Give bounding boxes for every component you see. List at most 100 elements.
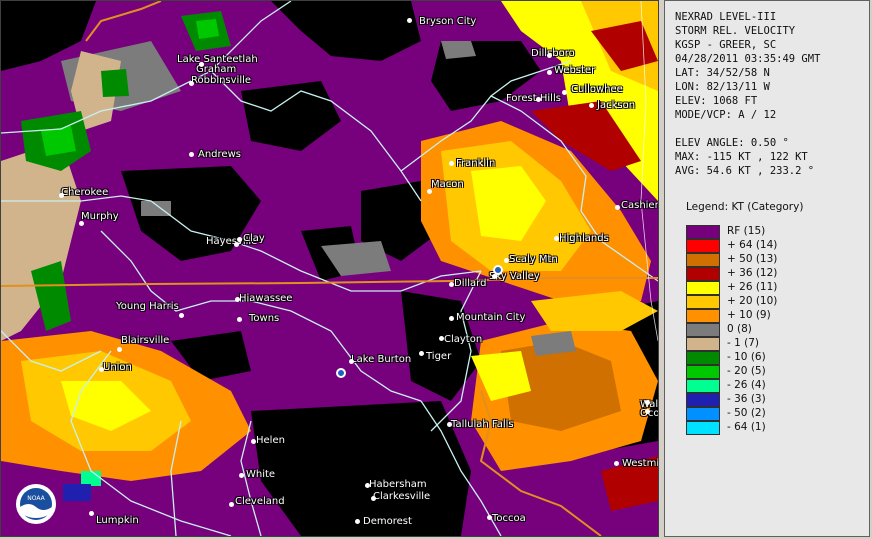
legend-label: + 10 (9) [727,309,771,321]
place-dot [79,221,84,226]
info-elev-angle: ELEV ANGLE: 0.50 ° [675,137,789,149]
legend-label: - 1 (7) [727,337,760,349]
place-dot [189,81,194,86]
radar-map[interactable]: Bryson City Dillsboro Webster Forest Hills C… [0,0,659,537]
info-mode-vcp: MODE/VCP: A / 12 [675,109,777,121]
legend-label: - 20 (5) [727,365,766,377]
place-label: Hiawassee [239,293,293,304]
place-label: Blairsville [121,335,170,346]
place-dot [189,152,194,157]
place-dot [547,53,552,58]
place-label: Helen [256,435,285,446]
place-dot [179,313,184,318]
place-dot [117,347,122,352]
radar-site-marker [336,368,346,378]
place-dot [447,422,452,427]
place-label: White [246,469,276,480]
place-dot [645,409,650,414]
legend-label: RF (15) [727,225,766,237]
place-label: Towns [249,313,280,324]
legend-swatch [686,309,720,323]
legend-label: - 10 (6) [727,351,766,363]
place-label: Lake Burton [351,354,412,365]
place-dot [239,473,244,478]
place-label: Clayton [444,334,483,345]
legend-swatch [686,253,720,267]
place-dot [349,359,354,364]
place-dot [439,336,444,341]
place-dot [615,205,620,210]
info-product-name: STORM REL. VELOCITY [675,25,796,37]
legend-swatch [686,295,720,309]
place-dot [449,282,454,287]
legend-swatch [686,393,720,407]
place-label: Mountain City [456,312,526,323]
place-label: Demorest [363,516,412,527]
place-label: Macon [431,179,464,190]
legend-swatch [686,379,720,393]
legend-swatch [686,225,720,239]
legend-label: 0 (8) [727,323,752,335]
place-dot [645,400,650,405]
place-label: Webster [554,65,596,76]
place-dot [504,258,509,263]
place-label: Clarkesville [373,491,431,502]
place-label: Murphy [81,211,119,222]
place-label: Franklin [456,158,496,169]
info-timestamp: 04/28/2011 03:35:49 GMT [675,53,821,65]
place-dot [614,461,619,466]
place-label: Habersham [369,479,427,490]
legend-swatch [686,267,720,281]
place-label: Robbinsville [191,75,252,86]
place-label: Union [103,362,132,373]
legend-label: - 26 (4) [727,379,766,391]
place-dot [235,297,240,302]
info-elevation: ELEV: 1068 FT [675,95,758,107]
place-dot [229,502,234,507]
place-dot [449,161,454,166]
place-label: Lumpkin [96,515,139,526]
noaa-logo-text: NOAA [27,495,45,502]
legend-swatch [686,323,720,337]
place-dot [355,519,360,524]
place-dot [554,236,559,241]
legend-label: + 50 (13) [727,253,778,265]
place-dot [371,496,376,501]
legend-label: + 36 (12) [727,267,778,279]
legend-label: - 64 (1) [727,421,766,433]
place-label: Cleveland [235,496,285,507]
place-dot [407,18,412,23]
place-label: Young Harris [116,301,179,312]
place-label: Tallulah Falls [451,419,514,430]
info-panel: NEXRAD LEVEL-III STORM REL. VELOCITY KGS… [664,0,870,537]
legend-label: + 20 (10) [727,295,778,307]
place-dot [547,70,552,75]
place-dot [589,103,594,108]
info-max: MAX: -115 KT , 122 KT [675,151,808,163]
place-dot [237,237,242,242]
legend-swatch [686,421,720,435]
place-dot [59,193,64,198]
radar-site-marker [493,265,503,275]
info-station: KGSP - GREER, SC [675,39,777,51]
legend-swatch [686,365,720,379]
place-label: Scaly Mtn [509,254,558,265]
place-label: Toccoa [492,513,526,524]
legend-swatch [686,351,720,365]
legend-label: - 50 (2) [727,407,766,419]
place-label: Forest Hills [506,93,561,104]
place-label: Westmi [622,458,659,469]
legend-swatch [686,337,720,351]
place-dot [536,97,541,102]
radar-velocity-image [1,1,658,536]
place-dot [251,439,256,444]
place-label: Clay [243,233,265,244]
place-dot [365,483,370,488]
legend-label: - 36 (3) [727,393,766,405]
place-label: Bryson City [419,16,477,27]
place-dot [449,316,454,321]
place-dot [419,351,424,356]
info-avg: AVG: 54.6 KT , 233.2 ° [675,165,815,177]
place-dot [234,242,239,247]
legend-title: Legend: KT (Category) [686,201,804,213]
